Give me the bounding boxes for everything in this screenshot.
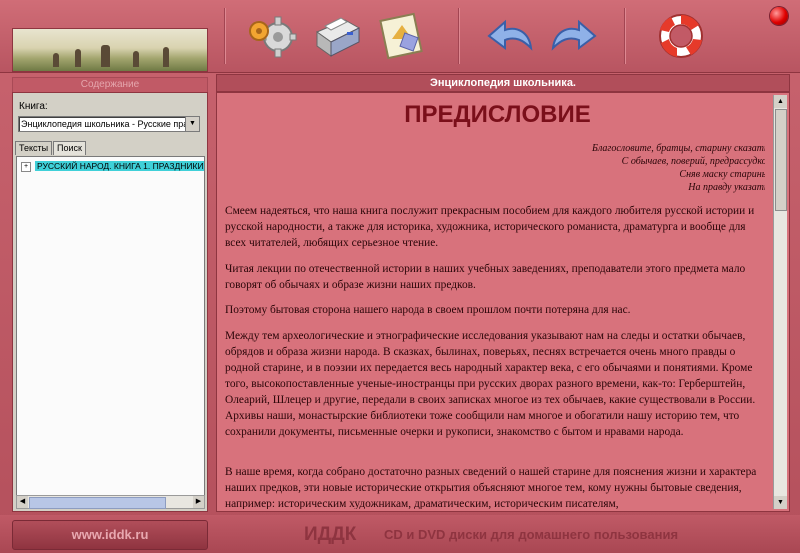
forward-button[interactable] [544, 8, 602, 64]
site-link[interactable]: www.iddk.ru [12, 520, 208, 550]
divider [458, 8, 459, 64]
app-window: Содержание Книга: Энциклопедия школьника… [0, 0, 800, 553]
help-button[interactable] [652, 8, 710, 64]
epigraph-line: С обычаев, поверий, предрассудков [621, 156, 765, 167]
horizontal-scrollbar[interactable]: ◀ ▶ [16, 495, 205, 509]
book-select-value: Энциклопедия школьника - Русские пра [21, 119, 189, 129]
figure-decoration [163, 47, 169, 67]
vertical-scrollbar[interactable]: ▲ ▼ [773, 95, 787, 509]
document-view: ПРЕДИСЛОВИЕ Благословите, братцы, старин… [216, 92, 790, 512]
scrollbar-thumb[interactable] [29, 497, 166, 509]
epigraph-line: Сняв маску старины, [679, 169, 765, 180]
scroll-up-icon[interactable]: ▲ [774, 95, 787, 108]
tagline: CD и DVD диски для домашнего пользования [384, 527, 679, 542]
toolbar-header [0, 0, 800, 73]
paragraph: Поэтому бытовая сторона нашего народа в … [225, 304, 631, 316]
book-select[interactable]: Энциклопедия школьника - Русские пра ▼ [18, 116, 200, 132]
paragraph: Смеем надеяться, что наша книга послужит… [225, 205, 755, 249]
footer: www.iddk.ru ИДДК CD и DVD диски для дома… [0, 515, 800, 553]
contents-panel: Книга: Энциклопедия школьника - Русские … [12, 92, 208, 512]
epigraph-line: На правду указать. [688, 182, 765, 193]
figure-decoration [133, 51, 139, 67]
bookmark-button[interactable] [374, 8, 432, 64]
figure-decoration [53, 53, 59, 67]
book-label: Книга: [19, 101, 48, 112]
scrollbar-thumb[interactable] [775, 109, 787, 211]
epigraph-line: Благословите, братцы, старину сказать, [592, 143, 765, 154]
settings-icon [249, 16, 297, 58]
epigraph: Благословите, братцы, старину сказать, С… [592, 142, 765, 194]
back-button[interactable] [482, 8, 540, 64]
figure-decoration [75, 49, 81, 67]
tree-item[interactable]: + РУССКИЙ НАРОД. КНИГА 1. ПРАЗДНИКИ [21, 160, 204, 172]
divider [224, 8, 225, 64]
printer-icon [315, 17, 361, 57]
scroll-left-icon[interactable]: ◀ [17, 496, 28, 508]
back-icon [487, 19, 533, 51]
close-button[interactable] [770, 7, 788, 25]
paragraph: В наше время, когда собрано достаточно р… [225, 466, 757, 509]
paragraph: Между тем археологические и этнографичес… [225, 330, 756, 438]
divider [624, 8, 625, 64]
document-title: Энциклопедия школьника. [216, 74, 790, 92]
expand-icon[interactable]: + [21, 161, 31, 172]
contents-title: Содержание [12, 77, 208, 93]
tree-item-label: РУССКИЙ НАРОД. КНИГА 1. ПРАЗДНИКИ [35, 161, 204, 171]
brand-name: ИДДК [304, 524, 357, 545]
print-button[interactable] [306, 8, 364, 64]
help-icon [659, 14, 703, 58]
contents-tree: + РУССКИЙ НАРОД. КНИГА 1. ПРАЗДНИКИ [16, 156, 205, 496]
logo-painting [12, 28, 208, 72]
tab-search[interactable]: Поиск [53, 141, 86, 155]
settings-button[interactable] [242, 8, 300, 64]
document-content: ПРЕДИСЛОВИЕ Благословите, братцы, старин… [225, 97, 765, 509]
scroll-down-icon[interactable]: ▼ [774, 496, 787, 509]
chevron-down-icon[interactable]: ▼ [185, 117, 199, 131]
tab-texts[interactable]: Тексты [15, 141, 53, 155]
scroll-right-icon[interactable]: ▶ [193, 496, 204, 508]
page-heading: ПРЕДИСЛОВИЕ [404, 101, 591, 128]
paragraph: Читая лекции по отечественной истории в … [225, 263, 746, 291]
forward-icon [551, 19, 597, 51]
bookmark-icon [379, 12, 423, 60]
figure-decoration [101, 45, 110, 67]
